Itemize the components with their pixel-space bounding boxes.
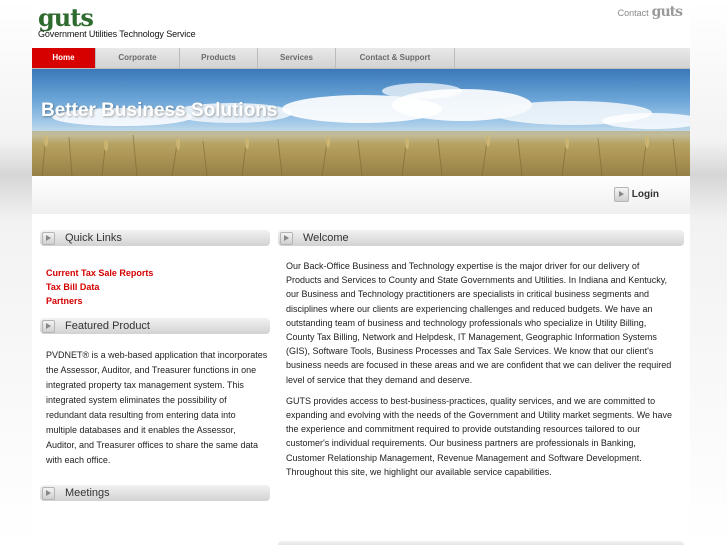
site-header: guts Government Utilities Technology Ser… xyxy=(32,0,690,48)
welcome-title: Welcome xyxy=(303,232,349,244)
wheat-field-image xyxy=(32,83,690,176)
main-nav: Home Corporate Products Services Contact… xyxy=(32,48,690,69)
contact-label: Contact xyxy=(617,8,649,18)
site-logo[interactable]: guts Government Utilities Technology Ser… xyxy=(38,3,196,40)
nav-products[interactable]: Products xyxy=(180,48,258,68)
meetings-header: Meetings xyxy=(40,485,270,501)
right-column: Welcome Our Back-Office Business and Tec… xyxy=(278,230,684,486)
logo-subtitle: Government Utilities Technology Service xyxy=(38,29,196,39)
nav-contact-support[interactable]: Contact & Support xyxy=(336,48,455,68)
contact-link[interactable]: Contact guts xyxy=(617,4,683,20)
featured-product-header: Featured Product xyxy=(40,318,270,334)
nav-home[interactable]: Home xyxy=(32,48,96,68)
arrow-bullet-icon xyxy=(613,187,629,202)
quick-links-header: Quick Links xyxy=(40,230,270,246)
quick-links-title: Quick Links xyxy=(65,232,122,244)
featured-product-text: PVDNET® is a web-based application that … xyxy=(46,350,268,465)
link-tax-bill-data[interactable]: Tax Bill Data xyxy=(46,280,270,294)
contact-brand: guts xyxy=(651,4,683,20)
quick-links-list: Current Tax Sale Reports Tax Bill Data P… xyxy=(40,266,270,308)
logo-wordmark: guts xyxy=(38,3,94,32)
meetings-title: Meetings xyxy=(65,487,110,499)
login-strip: Login xyxy=(32,176,690,214)
left-column: Quick Links Current Tax Sale Reports Tax… xyxy=(40,230,270,501)
featured-product-title: Featured Product xyxy=(65,320,150,332)
hero-banner: Better Business Solutions xyxy=(32,69,690,176)
arrow-bullet-icon xyxy=(280,231,293,245)
welcome-paragraph-1: Our Back-Office Business and Technology … xyxy=(286,261,672,385)
arrow-bullet-icon xyxy=(42,486,55,500)
arrow-bullet-icon xyxy=(42,231,55,245)
login-label: Login xyxy=(631,189,659,200)
welcome-body: Our Back-Office Business and Technology … xyxy=(278,259,684,479)
welcome-paragraph-2: GUTS provides access to best-business-pr… xyxy=(286,395,673,477)
nav-corporate[interactable]: Corporate xyxy=(96,48,180,68)
welcome-header: Welcome xyxy=(278,230,684,246)
next-section-header xyxy=(278,541,684,545)
banner-title: Better Business Solutions xyxy=(41,100,278,121)
nav-services[interactable]: Services xyxy=(258,48,336,68)
login-link[interactable]: Login xyxy=(613,187,659,202)
link-current-tax-sale-reports[interactable]: Current Tax Sale Reports xyxy=(46,266,270,280)
link-partners[interactable]: Partners xyxy=(46,294,270,308)
page-container: guts Government Utilities Technology Ser… xyxy=(32,0,690,545)
arrow-bullet-icon xyxy=(42,319,55,333)
